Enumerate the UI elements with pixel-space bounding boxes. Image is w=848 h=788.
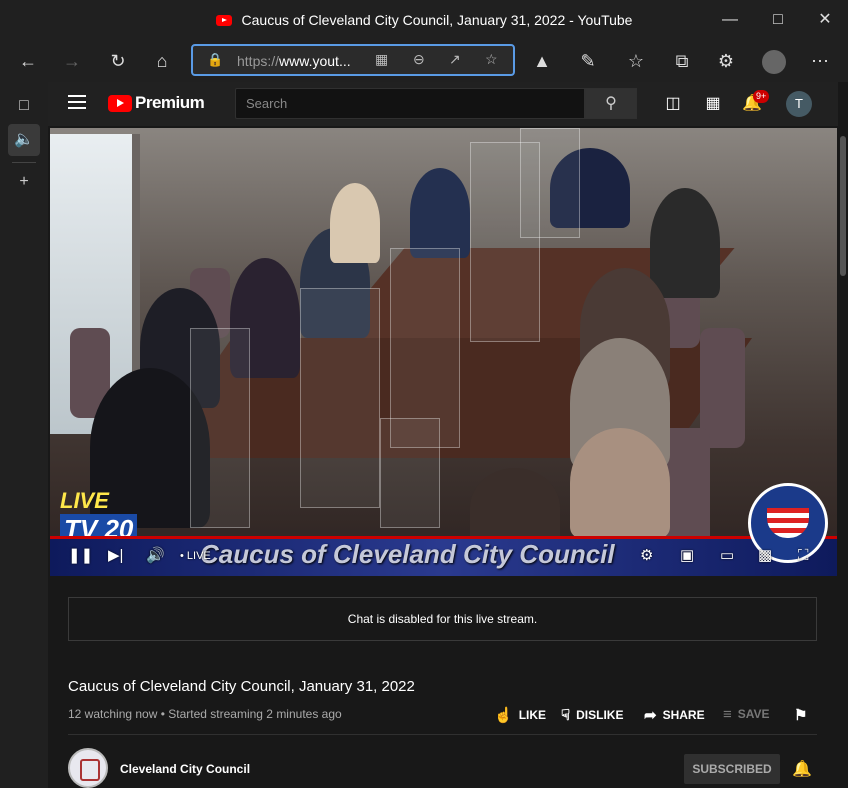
avatar[interactable] <box>760 48 788 75</box>
dislike-button[interactable]: ☟ DISLIKE <box>561 706 623 724</box>
thumbs-up-icon: ☝ <box>494 707 513 724</box>
caption-bar: Caucus of Cleveland City Council <box>50 536 837 576</box>
chat-disabled-notice: Chat is disabled for this live stream. <box>68 597 817 641</box>
apps-icon[interactable]: ▦ <box>701 92 725 116</box>
favorites-icon[interactable]: ☆ <box>622 48 650 74</box>
video-glass-divider <box>380 418 440 528</box>
video-person <box>650 188 720 298</box>
collections-icon[interactable]: ⧉ <box>668 48 696 74</box>
youtube-header: Premium Search ⚲ ◫ ▦ 🔔 9+ T <box>48 82 838 126</box>
channel-name[interactable]: Cleveland City Council <box>120 762 250 776</box>
favorite-add-icon[interactable]: ☆ <box>485 51 498 68</box>
miniplayer-icon[interactable]: ▣ <box>680 544 694 568</box>
video-title: Caucus of Cleveland City Council, Januar… <box>68 678 415 695</box>
like-button[interactable]: ☝ LIKE <box>494 706 546 724</box>
save-button[interactable]: ≡ SAVE <box>723 706 770 723</box>
video-player[interactable]: LIVE TV 20 Caucus of Cleveland City Coun… <box>50 128 837 576</box>
notification-badge: 9+ <box>753 90 770 103</box>
search-button[interactable]: ⚲ <box>585 88 637 119</box>
video-meta: 12 watching now • Started streaming 2 mi… <box>68 707 342 721</box>
search-icon: ⚲ <box>605 95 617 112</box>
theater-icon[interactable]: ▭ <box>720 544 734 568</box>
volume-icon[interactable]: 🔊 <box>146 544 165 568</box>
maximize-button[interactable]: □ <box>758 8 798 32</box>
close-button[interactable]: ✕ <box>805 8 845 32</box>
forward-icon[interactable]: → <box>58 48 86 74</box>
youtube-play-icon <box>108 94 132 112</box>
profile-sync-icon[interactable]: ⚙ <box>712 48 740 74</box>
refresh-icon[interactable]: ↻ <box>104 48 132 74</box>
account-avatar[interactable]: T <box>786 91 812 117</box>
video-frame <box>50 128 837 576</box>
search-input[interactable]: Search <box>235 88 585 119</box>
scrollbar-thumb[interactable] <box>840 136 846 276</box>
more-icon[interactable]: ⋯ <box>806 48 834 74</box>
channel-avatar[interactable] <box>68 748 108 788</box>
add-icon[interactable]: + <box>8 166 40 198</box>
share-icon[interactable]: ↗ <box>449 51 461 68</box>
create-video-icon[interactable]: ◫ <box>661 92 685 116</box>
video-person <box>410 168 470 258</box>
minimize-button[interactable]: — <box>710 8 750 32</box>
share-button[interactable]: ➦ SHARE <box>644 706 705 724</box>
playlist-add-icon: ≡ <box>723 706 732 723</box>
browser-sidebar: □ 🔈 + <box>0 82 48 788</box>
thumbs-down-icon: ☟ <box>561 707 571 724</box>
report-button[interactable]: ⚑ <box>794 706 813 724</box>
video-person <box>330 183 380 263</box>
progress-bar[interactable] <box>50 536 837 539</box>
live-indicator[interactable]: • LIVE <box>180 544 211 568</box>
video-glass-divider <box>190 328 250 528</box>
sound-icon[interactable]: 🔈 <box>8 124 40 156</box>
read-aloud-icon[interactable]: ▲ <box>528 48 556 74</box>
cast-icon[interactable]: ▩ <box>758 544 772 568</box>
video-glass-divider <box>300 288 380 508</box>
pause-icon[interactable]: ❚❚ <box>68 544 93 568</box>
youtube-page: Premium Search ⚲ ◫ ▦ 🔔 9+ T LIVE TV 20 C… <box>48 82 848 788</box>
zoom-out-icon[interactable]: ⊖ <box>413 51 425 68</box>
video-person <box>570 428 670 538</box>
channel-bell-icon[interactable]: 🔔 <box>792 759 812 779</box>
youtube-favicon <box>215 15 232 26</box>
window-titlebar: Caucus of Cleveland City Council, Januar… <box>0 0 848 40</box>
subscribed-button[interactable]: SUBSCRIBED <box>684 754 780 784</box>
home-icon[interactable]: ⌂ <box>148 48 176 74</box>
flag-icon: ⚑ <box>794 707 808 724</box>
tab-icon[interactable]: ▦ <box>375 51 388 68</box>
caption-text: Caucus of Cleveland City Council <box>200 539 615 569</box>
back-icon[interactable]: ← <box>14 48 42 74</box>
lock-icon[interactable]: 🔒 <box>207 52 223 68</box>
page-scrollbar[interactable] <box>838 126 848 788</box>
menu-icon[interactable] <box>68 95 86 109</box>
fullscreen-icon[interactable]: ⛶ <box>798 544 809 568</box>
address-bar[interactable]: 🔒 https://www.yout... ▦ ⊖ ↗ ☆ <box>191 44 515 76</box>
divider <box>68 734 817 735</box>
video-glass-divider <box>520 128 580 238</box>
url-text[interactable]: https://www.yout... <box>237 53 351 69</box>
tab-actions-icon[interactable]: □ <box>8 90 40 122</box>
sidebar-divider <box>12 162 36 163</box>
settings-icon[interactable]: ⚙ <box>640 544 653 568</box>
extensions-icon[interactable]: ✎ <box>574 48 602 74</box>
share-arrow-icon: ➦ <box>644 707 657 724</box>
youtube-logo[interactable]: Premium <box>108 93 205 113</box>
next-icon[interactable]: ▶| <box>108 544 123 568</box>
